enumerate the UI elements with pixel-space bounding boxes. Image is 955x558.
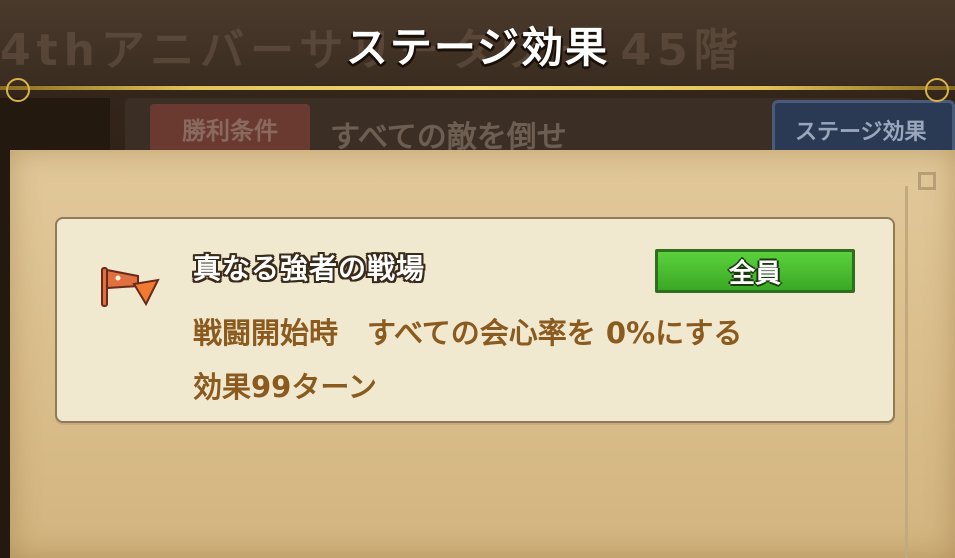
- effect-name: 真なる強者の戦場: [193, 252, 426, 285]
- victory-condition-label: 勝利条件: [150, 104, 310, 152]
- target-badge: 全員: [655, 249, 855, 293]
- panel-corner-ornament: [918, 172, 936, 190]
- flag-icon: [101, 267, 160, 307]
- effect-description-line2: 効果99ターン: [193, 370, 377, 404]
- effect-description: 戦闘開始時 すべての会心率を 0%にする 効果99ターン: [193, 306, 742, 414]
- modal-title: ステージ効果: [345, 23, 610, 72]
- title-divider: [0, 78, 955, 102]
- panel-border: [905, 186, 908, 558]
- effect-description-line1: 戦闘開始時 すべての会心率を 0%にする: [193, 316, 743, 350]
